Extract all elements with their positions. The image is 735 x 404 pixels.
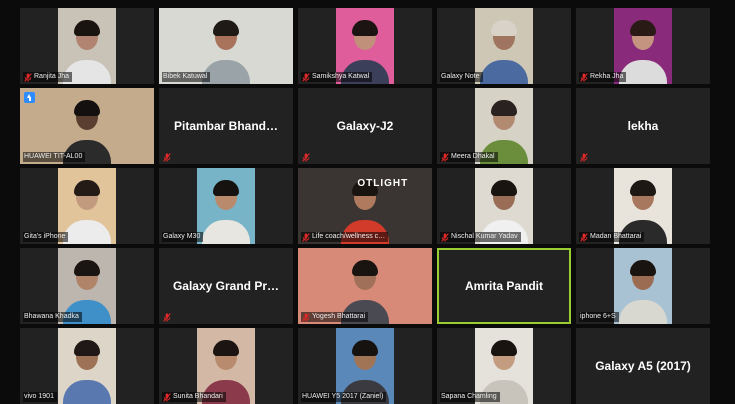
participant-name-label (579, 152, 591, 162)
participant-name: Bibek Katuwal (163, 73, 208, 80)
participant-name-label: Sunita Bhandari (162, 392, 226, 402)
participant-name: Yogesh Bhattarai (312, 313, 366, 320)
participant-display-name: Pitambar Bhand… (173, 119, 278, 133)
participant-name: HUAWEI TIT-AL00 (24, 153, 83, 160)
participant-name-label: HUAWEI Y5 2017 (Zaniel) (301, 392, 387, 402)
gallery-view: Ranjita Jha Bibek Katuwal Samikshya Katwal… (20, 8, 714, 404)
participant-name: Bhawana Khadka (24, 313, 79, 320)
participant-tile[interactable]: Yogesh Bhattarai (298, 248, 432, 324)
mic-muted-icon (580, 152, 588, 162)
participant-name-label: Galaxy M30 (162, 232, 204, 242)
participant-name: Samikshya Katwal (312, 73, 370, 80)
participant-tile[interactable]: Madan Bhattarai (576, 168, 710, 244)
participant-tile[interactable]: HUAWEI TIT-AL00 (20, 88, 154, 164)
participant-name-label: Madan Bhattarai (579, 232, 645, 242)
participant-name-label (162, 152, 174, 162)
participant-name: Rekha Jha (590, 73, 624, 80)
participant-display-name: Galaxy-J2 (336, 119, 394, 133)
participant-tile[interactable]: Samikshya Katwal (298, 8, 432, 84)
participant-tile[interactable]: Galaxy-J2 (298, 88, 432, 164)
participant-name: Nischal Kumar Yadav (451, 233, 518, 240)
participant-name-label (301, 152, 313, 162)
mic-muted-icon (163, 392, 171, 402)
participant-tile[interactable]: Sunita Bhandari (159, 328, 293, 404)
mic-muted-icon (580, 232, 588, 242)
participant-name: HUAWEI Y5 2017 (Zaniel) (302, 393, 384, 400)
participant-tile[interactable]: HUAWEI Y5 2017 (Zaniel) (298, 328, 432, 404)
participant-name: Gita's iPhone (24, 233, 66, 240)
participant-name-label: Rekha Jha (579, 72, 627, 82)
participant-name: Madan Bhattarai (590, 233, 642, 240)
participant-name: Galaxy Note (441, 73, 480, 80)
participant-name-label: Sapana Chamling (440, 392, 500, 402)
participant-name: vivo 1901 (24, 393, 54, 400)
participant-tile[interactable]: vivo 1901 (20, 328, 154, 404)
mic-muted-icon (163, 312, 171, 322)
participant-name-label: iphone 6+S (579, 312, 619, 322)
participant-video (614, 248, 672, 324)
participant-tile[interactable]: Rekha Jha (576, 8, 710, 84)
participant-name: Meera Dhakal (451, 153, 495, 160)
participant-tile[interactable]: Ranjita Jha (20, 8, 154, 84)
participant-tile[interactable]: Galaxy Note (437, 8, 571, 84)
mic-muted-icon (441, 232, 449, 242)
participant-tile[interactable]: Meera Dhakal (437, 88, 571, 164)
share-screen-icon (24, 92, 35, 103)
mic-muted-icon (441, 152, 449, 162)
participant-name-label: Bibek Katuwal (162, 72, 211, 82)
participant-name: Ranjita Jha (34, 73, 70, 80)
participant-tile[interactable]: Galaxy Grand Pr… (159, 248, 293, 324)
participant-name-label: vivo 1901 (23, 392, 57, 402)
mic-muted-icon (24, 72, 32, 82)
participant-name-label: Nischal Kumar Yadav (440, 232, 521, 242)
participant-tile[interactable]: iphone 6+S (576, 248, 710, 324)
mic-muted-icon (302, 72, 310, 82)
participant-tile[interactable]: Bhawana Khadka (20, 248, 154, 324)
participant-name-label (162, 312, 174, 322)
participant-display-name: Galaxy A5 (2017) (595, 359, 691, 373)
mic-muted-icon (302, 312, 310, 322)
participant-display-name: Amrita Pandit (464, 279, 543, 293)
participant-name-label: Meera Dhakal (440, 152, 498, 162)
participant-name: iphone 6+S (580, 313, 616, 320)
participant-tile[interactable]: Sapana Chamling (437, 328, 571, 404)
participant-name-label: Gita's iPhone (23, 232, 69, 242)
participant-tile[interactable]: lekha (576, 88, 710, 164)
participant-name-label: Ranjita Jha (23, 72, 73, 82)
participant-display-name: Galaxy Grand Pr… (172, 279, 280, 293)
participant-name-label: Bhawana Khadka (23, 312, 82, 322)
mic-muted-icon (580, 72, 588, 82)
participant-tile[interactable]: OTLIGHT Life coach/wellness c… (298, 168, 432, 244)
participant-name: Life coach/wellness c… (312, 233, 386, 240)
participant-name: Galaxy M30 (163, 233, 201, 240)
participant-name-label: Yogesh Bhattarai (301, 312, 369, 322)
participant-tile[interactable]: Galaxy A5 (2017) (576, 328, 710, 404)
participant-tile[interactable]: Nischal Kumar Yadav (437, 168, 571, 244)
participant-display-name: lekha (627, 119, 659, 133)
participant-video (475, 8, 533, 84)
participant-video (58, 328, 116, 404)
mic-muted-icon (302, 152, 310, 162)
mic-muted-icon (302, 232, 310, 242)
participant-name: Sunita Bhandari (173, 393, 223, 400)
participant-name-label: Galaxy Note (440, 72, 483, 82)
participant-name-label: Samikshya Katwal (301, 72, 373, 82)
mic-muted-icon (163, 152, 171, 162)
participant-name: Sapana Chamling (441, 393, 497, 400)
background-overlay-text: OTLIGHT (357, 178, 409, 189)
participant-video (197, 168, 255, 244)
participant-tile[interactable]: Amrita Pandit (437, 248, 571, 324)
participant-tile[interactable]: Bibek Katuwal (159, 8, 293, 84)
participant-name-label: Life coach/wellness c… (301, 232, 389, 242)
participant-tile[interactable]: Galaxy M30 (159, 168, 293, 244)
participant-name-label: HUAWEI TIT-AL00 (23, 152, 86, 162)
participant-tile[interactable]: Pitambar Bhand… (159, 88, 293, 164)
participant-tile[interactable]: Gita's iPhone (20, 168, 154, 244)
